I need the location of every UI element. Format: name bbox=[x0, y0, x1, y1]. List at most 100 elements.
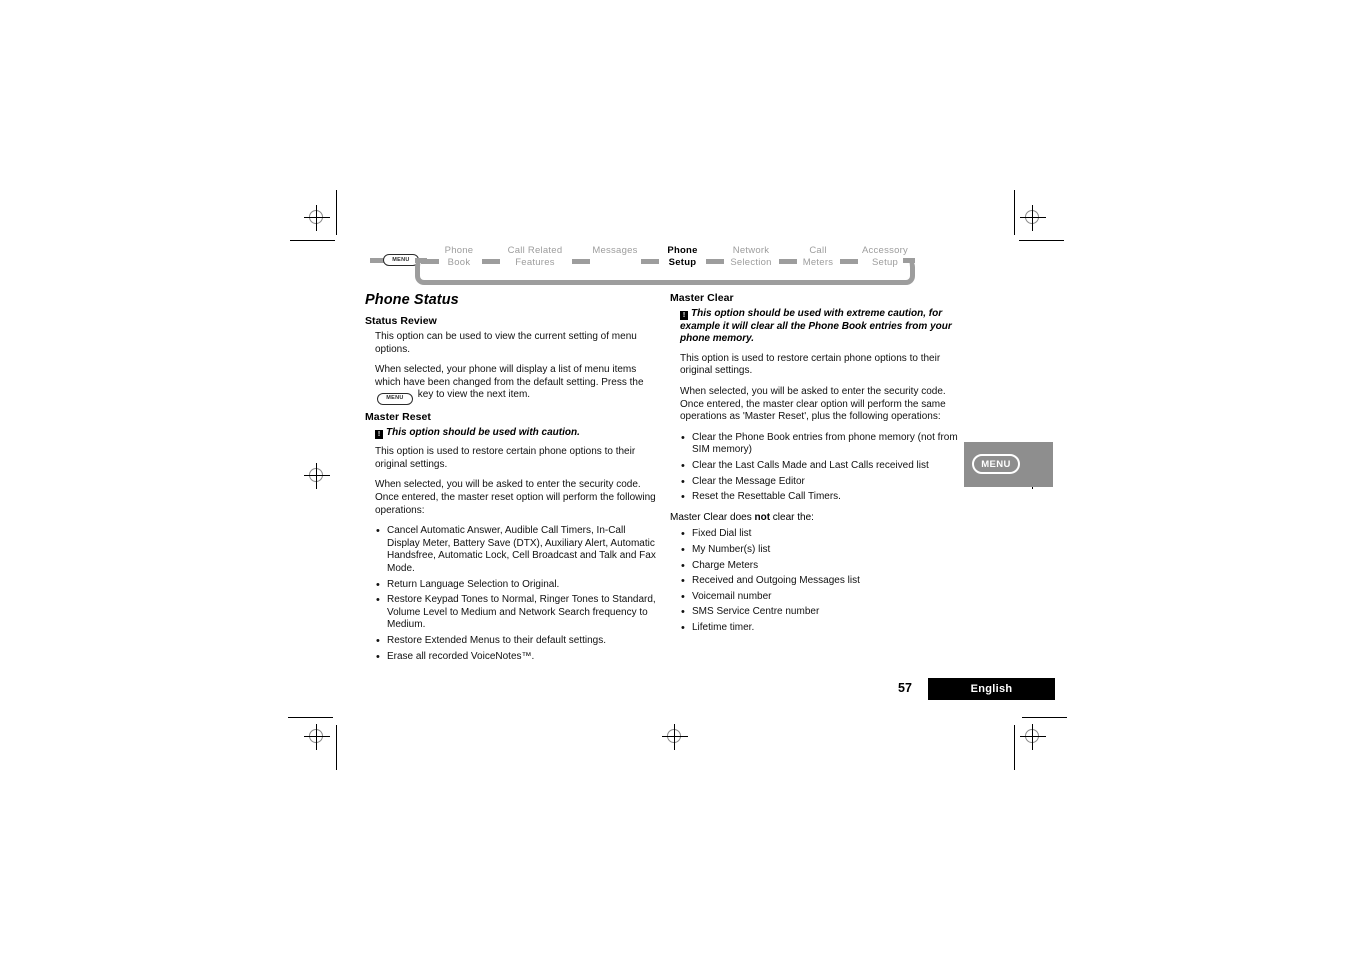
master-reset-paragraph-1: This option is used to restore certain p… bbox=[375, 446, 636, 470]
reg-vline bbox=[316, 463, 317, 489]
menu-map-item-line2: Book bbox=[447, 256, 471, 268]
not-lead-bold: not bbox=[754, 511, 771, 523]
page-title: Phone Status bbox=[365, 292, 459, 308]
warning-icon: ! bbox=[375, 429, 383, 439]
registration-mark-bottom-center bbox=[662, 724, 688, 750]
menu-map-item-line1: Network bbox=[732, 245, 770, 256]
master-clear-paragraph-1: This option is used to restore certain p… bbox=[680, 352, 941, 377]
crop-line-top-right-v bbox=[1014, 190, 1015, 235]
menu-map-items: Phone Book Call Related Features Message… bbox=[421, 245, 917, 277]
master-clear-does-list: Clear the Phone Book entries from phone … bbox=[670, 432, 965, 504]
status-review-paragraph-2: When selected, your phone will display a… bbox=[365, 364, 660, 405]
left-column: Phone Status Status Review This option c… bbox=[365, 292, 660, 671]
menu-map-item-phone-book[interactable]: Phone Book bbox=[435, 245, 483, 268]
page-number: 57 bbox=[898, 681, 912, 695]
reg-hline bbox=[1020, 736, 1046, 737]
reg-hline bbox=[1020, 217, 1046, 218]
list-item: Lifetime timer. bbox=[680, 622, 965, 635]
master-reset-paragraph-2: When selected, you will be asked to ente… bbox=[375, 479, 656, 516]
reg-vline bbox=[316, 205, 317, 231]
list-item: Restore Keypad Tones to Normal, Ringer T… bbox=[375, 594, 660, 632]
menu-map-item-call-related-features[interactable]: Call Related Features bbox=[496, 245, 574, 268]
status-review-paragraph-2-before: When selected, your phone will display a… bbox=[375, 364, 644, 388]
menu-map-item-messages[interactable]: Messages bbox=[585, 245, 645, 257]
master-clear-not-lead: Master Clear does not clear the: bbox=[670, 512, 965, 525]
master-clear-not-list: Fixed Dial list My Number(s) list Charge… bbox=[670, 528, 965, 634]
menu-chip-connector bbox=[370, 257, 384, 263]
menu-map-item-network-selection[interactable]: Network Selection bbox=[720, 245, 782, 268]
menu-map-item-call-meters[interactable]: Call Meters bbox=[794, 245, 842, 268]
list-item: Clear the Last Calls Made and Last Calls… bbox=[680, 460, 965, 473]
list-item: Reset the Resettable Call Timers. bbox=[680, 491, 965, 504]
menu-map-breadcrumb: MENU Phone Book Call Related Features Me… bbox=[365, 245, 917, 287]
menu-map-item-phone-setup[interactable]: Phone Setup bbox=[655, 245, 710, 268]
menu-map-item-line2: Features bbox=[515, 256, 555, 268]
reg-hline bbox=[304, 736, 330, 737]
crop-line-top-left-h bbox=[290, 240, 335, 241]
crop-line-bottom-right-v bbox=[1014, 725, 1015, 770]
menu-map-item-line1: Phone bbox=[444, 245, 474, 256]
reg-hline bbox=[304, 475, 330, 476]
master-clear-paragraph-2: When selected, you will be asked to ente… bbox=[680, 385, 946, 423]
menu-map-item-line1: Messages bbox=[592, 245, 638, 256]
list-item: Return Language Selection to Original. bbox=[375, 579, 660, 592]
warning-icon: ! bbox=[680, 311, 688, 320]
not-lead-after: clear the: bbox=[770, 511, 814, 523]
language-badge: English bbox=[928, 678, 1055, 700]
manual-page: MENU Phone Book Call Related Features Me… bbox=[365, 240, 1055, 710]
caution-master-clear: ! This option should be used with extreme… bbox=[670, 308, 965, 346]
list-item: Erase all recorded VoiceNotes™. bbox=[375, 651, 660, 664]
reg-hline bbox=[662, 736, 688, 737]
list-item: SMS Service Centre number bbox=[680, 606, 965, 619]
list-item: Fixed Dial list bbox=[680, 528, 965, 541]
menu-map-item-line2: Setup bbox=[668, 256, 697, 268]
list-item: Charge Meters bbox=[680, 560, 965, 573]
not-lead-before: Master Clear does bbox=[670, 511, 755, 523]
crop-line-bottom-right-h bbox=[1022, 717, 1067, 718]
reg-vline bbox=[674, 724, 675, 750]
right-column: Master Clear ! This option should be used… bbox=[670, 292, 965, 642]
list-item: Cancel Automatic Answer, Audible Call Ti… bbox=[375, 525, 660, 575]
heading-master-clear: Master Clear bbox=[670, 292, 734, 304]
menu-map-item-line1: Call Related bbox=[507, 245, 563, 256]
reg-vline bbox=[1032, 205, 1033, 231]
registration-mark-mid-left bbox=[304, 463, 330, 489]
caution-master-reset: ! This option should be used with caution… bbox=[365, 427, 660, 440]
registration-mark-top-left bbox=[304, 205, 330, 231]
menu-map-item-line1: Phone bbox=[667, 245, 698, 256]
list-item: Restore Extended Menus to their default … bbox=[375, 635, 660, 648]
menu-map-item-accessory-setup[interactable]: Accessory Setup bbox=[854, 245, 916, 268]
inline-menu-key-icon[interactable]: MENU bbox=[377, 392, 413, 405]
menu-map-item-line1: Accessory bbox=[861, 245, 909, 256]
caution-master-reset-text: This option should be used with caution. bbox=[386, 426, 580, 438]
status-review-paragraph-1: This option can be used to view the curr… bbox=[375, 331, 637, 355]
list-item: Received and Outgoing Messages list bbox=[680, 575, 965, 588]
menu-map-item-line1: Call bbox=[809, 245, 827, 256]
list-item: Voicemail number bbox=[680, 591, 965, 604]
master-reset-bullet-list: Cancel Automatic Answer, Audible Call Ti… bbox=[365, 525, 660, 663]
list-item: My Number(s) list bbox=[680, 544, 965, 557]
menu-map-item-line2: Setup bbox=[871, 256, 899, 268]
heading-master-reset: Master Reset bbox=[365, 410, 431, 423]
menu-map-item-line2: Meters bbox=[802, 256, 834, 268]
crop-line-bottom-left-v bbox=[336, 725, 337, 770]
crop-line-bottom-left-h bbox=[288, 717, 333, 718]
caution-master-clear-text: This option should be used with extreme … bbox=[680, 308, 952, 345]
menu-key-icon[interactable]: MENU bbox=[383, 254, 419, 266]
status-review-paragraph-2-after: key to view the next item. bbox=[417, 389, 531, 401]
list-item: Clear the Phone Book entries from phone … bbox=[680, 432, 965, 457]
reg-hline bbox=[304, 217, 330, 218]
reg-vline bbox=[316, 724, 317, 750]
menu-map-connector bbox=[572, 259, 590, 264]
registration-mark-top-right bbox=[1020, 205, 1046, 231]
list-item: Clear the Message Editor bbox=[680, 476, 965, 489]
crop-line-top-left-v bbox=[336, 190, 337, 235]
page-footer: 57 English bbox=[880, 678, 1055, 700]
menu-map-item-line2: Selection bbox=[730, 256, 772, 268]
section-tab-menu-label[interactable]: MENU bbox=[972, 454, 1020, 474]
section-thumb-tab: MENU bbox=[964, 442, 1053, 487]
reg-vline bbox=[1032, 724, 1033, 750]
registration-mark-bottom-right bbox=[1020, 724, 1046, 750]
heading-status-review: Status Review bbox=[365, 315, 437, 327]
registration-mark-bottom-left bbox=[304, 724, 330, 750]
